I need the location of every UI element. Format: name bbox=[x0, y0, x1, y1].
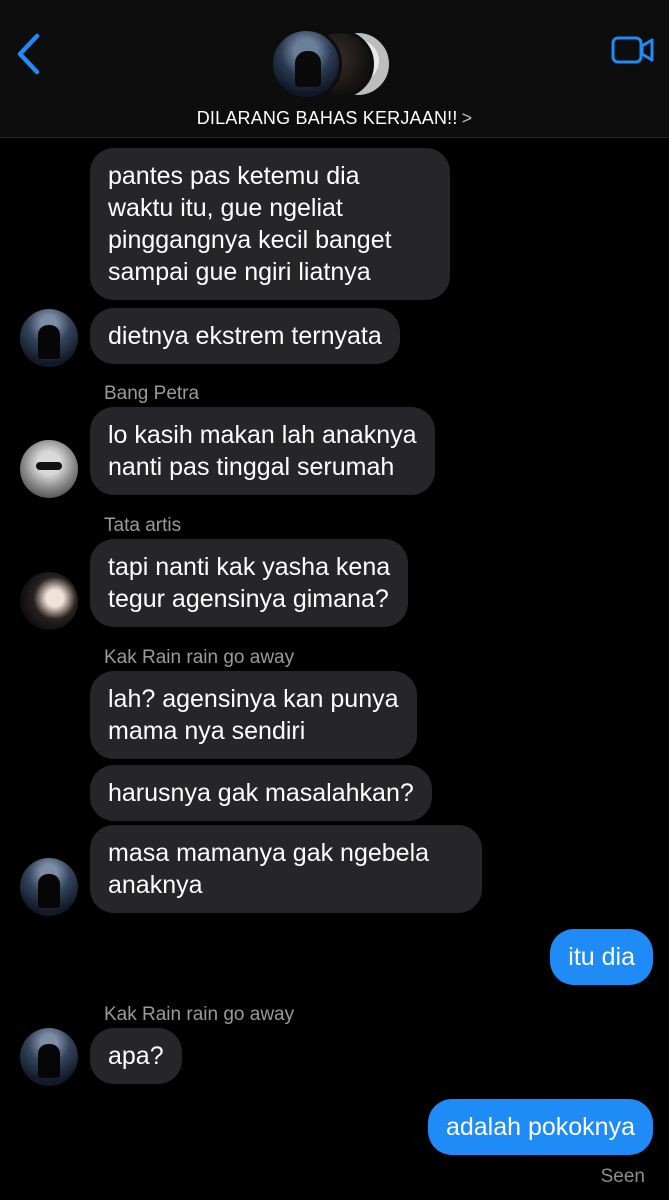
message-bubble[interactable]: harusnya gak masalahkan? bbox=[90, 765, 432, 821]
sender-name: Bang Petra bbox=[104, 383, 200, 404]
message-bubble-sent[interactable]: adalah pokoknya bbox=[427, 1099, 653, 1155]
avatar[interactable] bbox=[20, 440, 78, 498]
video-call-button[interactable] bbox=[611, 32, 655, 68]
message-bubble[interactable]: lah? agensinya kan punya mama nya sendir… bbox=[90, 671, 417, 759]
message-bubble[interactable]: apa? bbox=[90, 1028, 182, 1084]
chevron-left-icon bbox=[17, 33, 40, 75]
message-bubble[interactable]: lo kasih makan lah anaknya nanti pas tin… bbox=[90, 407, 435, 495]
back-button[interactable] bbox=[10, 30, 46, 78]
sender-name: Kak Rain rain go away bbox=[104, 647, 295, 668]
sender-name: Kak Rain rain go away bbox=[104, 1004, 295, 1025]
message-bubble[interactable]: tapi nanti kak yasha kena tegur agensiny… bbox=[90, 539, 409, 627]
group-title-button[interactable]: DILARANG BAHAS KERJAAN!! > bbox=[0, 108, 669, 129]
video-camera-icon bbox=[611, 36, 654, 64]
group-avatar-stack[interactable] bbox=[270, 26, 400, 102]
avatar[interactable] bbox=[20, 572, 78, 630]
group-member-avatar bbox=[270, 28, 342, 100]
sender-name: Tata artis bbox=[104, 515, 182, 536]
group-name: DILARANG BAHAS KERJAAN!! bbox=[196, 108, 458, 128]
message-bubble[interactable]: pantes pas ketemu dia waktu itu, gue nge… bbox=[90, 148, 450, 300]
message-bubble[interactable]: dietnya ekstrem ternyata bbox=[90, 308, 400, 364]
avatar[interactable] bbox=[20, 309, 78, 367]
read-receipt: Seen bbox=[600, 1166, 645, 1187]
avatar[interactable] bbox=[20, 1028, 78, 1086]
chat-header: DILARANG BAHAS KERJAAN!! > bbox=[0, 0, 669, 138]
avatar[interactable] bbox=[20, 858, 78, 916]
message-bubble-sent[interactable]: itu dia bbox=[550, 929, 653, 985]
chevron-right-icon: > bbox=[461, 108, 473, 128]
message-bubble[interactable]: masa mamanya gak ngebela anaknya bbox=[90, 825, 482, 913]
